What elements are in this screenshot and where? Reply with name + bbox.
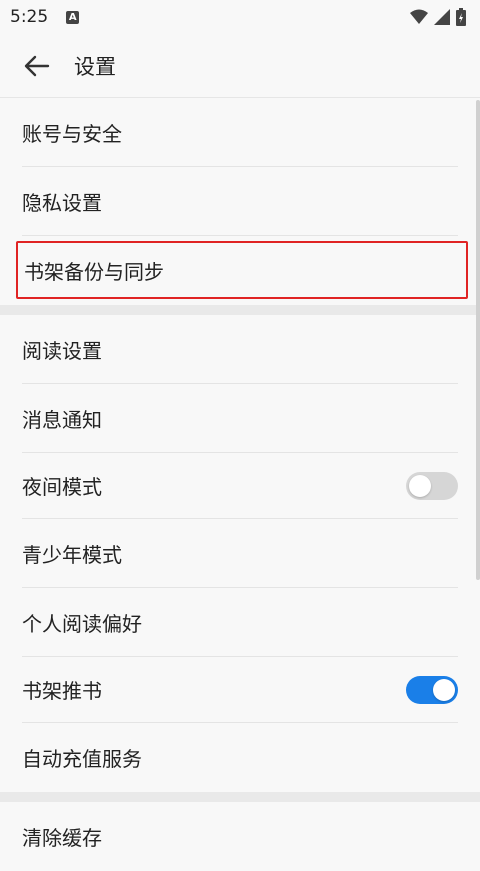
toggle-knob bbox=[409, 474, 431, 497]
battery-icon bbox=[456, 8, 466, 26]
settings-item-auto-recharge[interactable]: 自动充值服务 bbox=[22, 723, 458, 792]
item-label: 青少年模式 bbox=[22, 542, 122, 567]
item-label: 隐私设置 bbox=[22, 190, 102, 215]
bookshelf-recommend-toggle[interactable] bbox=[406, 675, 458, 704]
settings-item-night-mode: 夜间模式 bbox=[22, 453, 458, 519]
group-divider bbox=[0, 792, 480, 802]
item-label: 自动充值服务 bbox=[22, 747, 142, 771]
status-bar: 5:25 A bbox=[0, 0, 480, 34]
status-time: 5:25 bbox=[10, 7, 49, 27]
settings-item-account-security[interactable]: 账号与安全 bbox=[22, 98, 458, 167]
arrow-left-icon bbox=[24, 55, 50, 76]
item-label: 书架推书 bbox=[22, 679, 102, 703]
settings-item-reading[interactable]: 阅读设置 bbox=[22, 315, 458, 384]
toggle-knob bbox=[433, 678, 455, 701]
settings-group-storage: 清除缓存 bbox=[0, 802, 480, 871]
item-label: 夜间模式 bbox=[22, 475, 102, 499]
settings-item-teen-mode[interactable]: 青少年模式 bbox=[22, 519, 458, 588]
settings-item-clear-cache[interactable]: 清除缓存 bbox=[22, 802, 458, 871]
notification-icon: A bbox=[66, 10, 80, 24]
settings-item-notifications[interactable]: 消息通知 bbox=[22, 384, 458, 453]
item-label: 账号与安全 bbox=[22, 121, 122, 146]
settings-group-reading: 阅读设置 消息通知 夜间模式 青少年模式 个人阅读偏好 书架推书 自动充值服务 bbox=[0, 315, 480, 792]
item-label: 书架备份与同步 bbox=[24, 259, 164, 284]
page-title: 设置 bbox=[74, 54, 116, 79]
item-label: 消息通知 bbox=[22, 407, 102, 432]
settings-item-reading-preference[interactable]: 个人阅读偏好 bbox=[22, 588, 458, 657]
night-mode-toggle[interactable] bbox=[406, 471, 458, 500]
item-label: 个人阅读偏好 bbox=[22, 611, 142, 636]
settings-item-bookshelf-recommend: 书架推书 bbox=[22, 657, 458, 723]
group-divider bbox=[0, 305, 480, 315]
back-button[interactable] bbox=[0, 34, 74, 98]
item-label: 清除缓存 bbox=[22, 826, 102, 850]
settings-item-privacy[interactable]: 隐私设置 bbox=[22, 167, 458, 236]
app-header: 设置 bbox=[0, 34, 480, 98]
settings-group-account: 账号与安全 隐私设置 书架备份与同步 bbox=[0, 98, 480, 305]
item-label: 阅读设置 bbox=[22, 338, 102, 363]
wifi-icon bbox=[410, 9, 428, 24]
scrollbar[interactable] bbox=[476, 100, 480, 580]
settings-item-bookshelf-backup[interactable]: 书架备份与同步 bbox=[16, 241, 468, 299]
signal-icon bbox=[434, 9, 450, 25]
